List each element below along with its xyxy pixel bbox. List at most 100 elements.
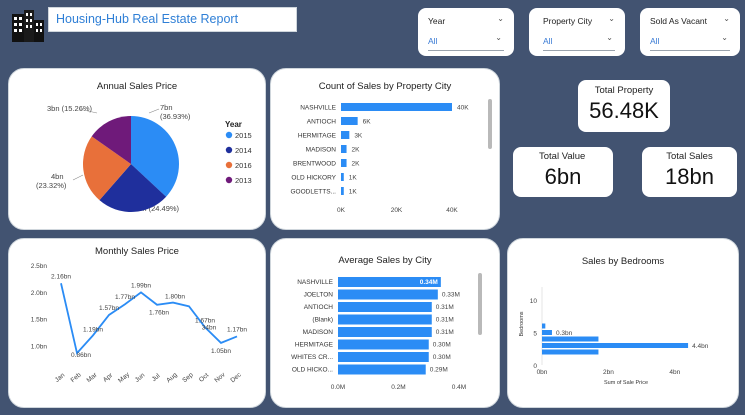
line-x-tick: Jul	[151, 372, 162, 383]
count-sales-by-city-card: Count of Sales by Property City NASHVILL…	[270, 68, 500, 230]
avg-data-label: 0.30M	[433, 354, 451, 361]
slicer-property-city[interactable]: Property City ⌄ All ⌄	[529, 8, 625, 56]
kpi-total-value: Total Value 6bn	[513, 147, 613, 197]
kpi-total-sales-label: Total Sales	[666, 151, 713, 162]
avg-bar	[338, 339, 429, 350]
annual-sales-pie-chart: 3bn (15.26%) 7bn (36.93%) 4bn (23.32%) 4…	[36, 103, 252, 213]
bed-x-tick: 4bn	[669, 369, 680, 376]
count-bar	[341, 117, 358, 125]
avg-bar	[338, 302, 432, 312]
legend-marker-2016	[225, 161, 233, 169]
slicer-year-label: Year	[428, 16, 446, 26]
kpi-total-sales: Total Sales 18bn	[642, 147, 737, 197]
line-x-tick: Dec	[229, 371, 243, 384]
pie-label-2016-pct: (23.32%)	[36, 181, 67, 190]
pie-legend-title: Year	[225, 120, 242, 129]
legend-marker-2014	[225, 146, 233, 154]
kpi-total-sales-value: 18bn	[665, 164, 714, 189]
count-sales-scrollbar[interactable]	[488, 99, 492, 149]
avg-category-label: HERMITAGE	[295, 342, 334, 349]
slicer-year-underline	[428, 50, 504, 51]
avg-data-label: 0.29M	[430, 367, 448, 374]
count-data-label: 6K	[363, 119, 372, 126]
report-title: Housing-Hub Real Estate Report	[56, 12, 239, 26]
avg-data-label: 0.34M	[420, 279, 438, 286]
kpi-total-value-value: 6bn	[544, 164, 582, 189]
slicer-sold-as-vacant-underline	[650, 50, 730, 51]
line-x-tick: Mar	[85, 371, 99, 384]
bed-data-label: 4.4bn	[692, 343, 709, 350]
line-x-tick: Oct	[198, 372, 210, 384]
count-bar	[341, 103, 452, 111]
bed-x-axis-title: Sum of Sale Price	[604, 380, 648, 386]
avg-data-label: 0.30M	[433, 342, 451, 349]
line-x-tick: Jun	[134, 372, 147, 384]
chevron-down-icon[interactable]: ⌄	[606, 33, 613, 42]
count-bar	[341, 145, 347, 153]
line-data-label: 1.17bn	[227, 326, 247, 333]
count-x-tick: 40K	[446, 207, 458, 214]
count-data-label: 40K	[457, 105, 469, 112]
avg-bar	[338, 314, 432, 325]
line-y-tick: 2.5bn	[31, 263, 48, 270]
slicer-year-value[interactable]: All	[428, 36, 437, 46]
count-bar	[341, 173, 344, 181]
bed-bar	[542, 330, 552, 335]
chevron-down-icon[interactable]: ⌄	[721, 33, 728, 42]
legend-marker-2013	[225, 176, 233, 184]
line-data-label: 0.86bn	[71, 352, 91, 359]
count-category-label: OLD HICKORY	[291, 175, 336, 182]
chevron-down-icon[interactable]: ⌄	[495, 33, 502, 42]
slicer-property-city-underline	[543, 50, 615, 51]
pie-label-2016: 4bn	[51, 172, 64, 181]
avg-category-label: MADISON	[303, 329, 334, 336]
bed-bar	[542, 323, 546, 329]
avg-sales-scrollbar[interactable]	[478, 273, 482, 335]
slicer-sold-as-vacant[interactable]: Sold As Vacant ⌄ All ⌄	[640, 8, 740, 56]
slicer-property-city-value[interactable]: All	[543, 36, 552, 46]
bed-y-tick: 10	[530, 298, 538, 305]
count-data-label: 1K	[349, 175, 358, 182]
avg-data-label: 0.31M	[436, 329, 454, 336]
avg-category-label: JOELTON	[304, 292, 334, 299]
bed-x-tick: 0bn	[537, 369, 548, 376]
count-data-label: 1K	[349, 189, 358, 196]
count-bar	[341, 159, 347, 167]
bedrooms-bar-chart: 10500.3bn4.4bn0bn 2bn 4bnSum of Sale Price…	[519, 287, 709, 386]
avg-data-label: 0.31M	[436, 304, 454, 311]
line-data-label: 1.67bn	[195, 317, 215, 324]
line-x-tick: Feb	[69, 371, 82, 384]
report-title-box: Housing-Hub Real Estate Report	[48, 7, 297, 32]
sales-by-bedrooms-card: Sales by Bedrooms 10 5 0 0.3bn 4.4bn 0bn 2bn 4b…	[507, 238, 739, 408]
count-sales-bar-chart: NASHVILLE 40K ANTIOCH 6K HERMITAGE 3K MADISON 2…	[290, 103, 469, 214]
avg-bar	[338, 364, 426, 375]
pie-label-2013: 3bn (15.26%)	[47, 104, 93, 113]
line-x-tick: Jan	[54, 372, 67, 384]
line-x-tick: Nov	[213, 371, 227, 384]
line-data-label: 1.76bn	[149, 310, 169, 317]
slicer-year[interactable]: Year ⌄ All ⌄	[418, 8, 514, 56]
line-data-label: 1.80bn	[165, 294, 185, 301]
line-y-tick: 1.5bn	[31, 317, 48, 324]
line-data-label: 1.05bn	[211, 348, 231, 355]
avg-sales-by-city-card: Average Sales by City NASHVILLE 0.34M JOEL…	[270, 238, 500, 408]
chevron-down-icon[interactable]: ⌄	[497, 14, 504, 23]
line-data-label: 1.77bn	[115, 294, 135, 301]
legend-label-2015: 2015	[235, 131, 252, 140]
avg-category-label: ANTIOCH	[304, 304, 334, 311]
chevron-down-icon[interactable]: ⌄	[608, 14, 615, 23]
count-category-label: ANTIOCH	[307, 119, 337, 126]
line-data-label: 1.57bn	[99, 305, 119, 312]
avg-x-tick: 0.2M	[391, 384, 405, 391]
count-data-label: 3K	[354, 133, 363, 140]
slicer-sold-as-vacant-value[interactable]: All	[650, 36, 659, 46]
avg-x-tick: 0.4M	[452, 384, 466, 391]
monthly-sales-price-card: Monthly Sales Price 2.5bn 2.0bn 1.5bn 1.0bn…	[8, 238, 266, 408]
line-y-tick: 2.0bn	[31, 290, 48, 297]
line-x-tick: Apr	[102, 371, 115, 383]
pie-label-2015: 7bn	[160, 103, 173, 112]
chevron-down-icon[interactable]: ⌄	[723, 14, 730, 23]
count-bar	[341, 131, 350, 139]
count-x-tick: 20K	[391, 207, 403, 214]
avg-sales-bar-chart: NASHVILLE 0.34M JOELTON 0.33M ANTIOCH 0.31M (B…	[291, 277, 466, 391]
